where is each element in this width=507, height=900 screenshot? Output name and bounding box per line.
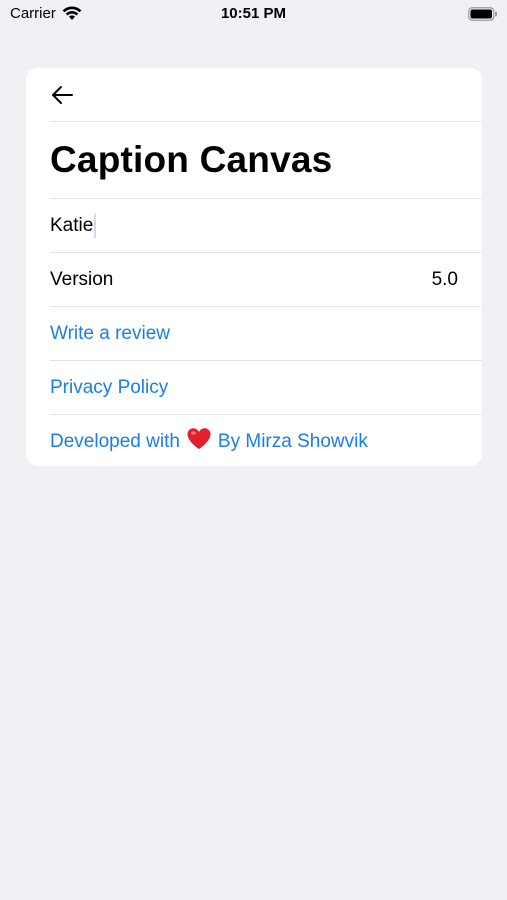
privacy-policy-label: Privacy Policy <box>50 376 169 398</box>
divider <box>50 121 482 122</box>
developed-with-label: Developed with <box>50 430 180 452</box>
arrow-left-icon[interactable] <box>50 84 74 106</box>
version-label: Version <box>50 268 114 290</box>
name-field-value[interactable]: Katie <box>50 215 93 237</box>
privacy-policy-link[interactable]: Privacy Policy <box>50 361 458 414</box>
status-time: 10:51 PM <box>220 5 287 22</box>
battery-icon <box>468 7 498 26</box>
text-cursor <box>94 213 97 238</box>
heart-icon <box>186 427 212 457</box>
settings-card: Caption Canvas Katie Version 5.0 Write a… <box>26 68 482 466</box>
name-row: Katie <box>50 199 458 252</box>
status-bar: Carrier 10:51 PM <box>0 0 507 30</box>
nav-row <box>26 68 482 121</box>
version-row: Version 5.0 <box>50 253 458 306</box>
developer-name-label: By Mirza Showvik <box>217 430 368 452</box>
version-value: 5.0 <box>431 268 458 290</box>
write-review-label: Write a review <box>50 322 171 344</box>
page-title: Caption Canvas <box>50 139 333 180</box>
write-review-link[interactable]: Write a review <box>50 307 458 360</box>
developer-link[interactable]: Developed with By Mirza Showvik <box>50 415 458 466</box>
